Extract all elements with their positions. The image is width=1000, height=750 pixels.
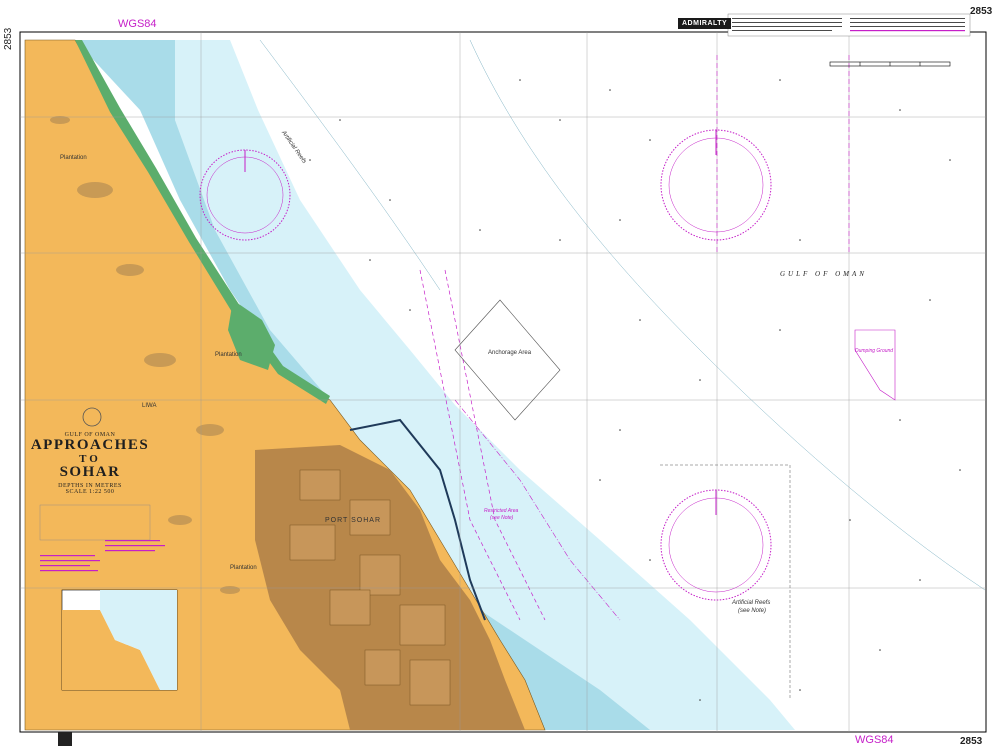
label-port: PORT SOHAR xyxy=(325,517,382,524)
label-plantation-2: Plantation xyxy=(215,352,242,358)
chart-number-top: 2853 xyxy=(970,6,993,17)
chart-number-side: 2853 xyxy=(3,27,14,50)
info-block xyxy=(727,13,971,37)
datum-label-top: WGS84 xyxy=(118,18,157,30)
nautical-chart[interactable] xyxy=(0,0,1000,750)
scale-note: SCALE 1:22 500 xyxy=(65,489,115,495)
title-block: GULF OF OMAN APPROACHES TO SOHAR DEPTHS … xyxy=(30,432,150,495)
label-restricted-note: (see Note) xyxy=(490,515,514,521)
chart-number-bottom: 2853 xyxy=(960,736,983,747)
datum-label-bottom: WGS84 xyxy=(855,734,894,746)
label-dumping-ground: Dumping Ground xyxy=(855,348,894,354)
title-line-1: APPROACHES xyxy=(30,437,150,453)
label-anchorage: Anchorage Area xyxy=(488,350,532,356)
qr-code xyxy=(58,732,72,746)
admiralty-badge: ADMIRALTY xyxy=(678,18,732,29)
label-plantation-3: Plantation xyxy=(230,565,257,571)
label-gulf: GULF OF OMAN xyxy=(780,270,867,278)
label-artificial-note: (see Note) xyxy=(738,608,767,614)
label-restricted: Restricted Area xyxy=(484,508,519,514)
label-liwa: LIWA xyxy=(142,403,157,409)
label-plantation-1: Plantation xyxy=(60,155,87,161)
label-artificial-reefs: Artificial Reefs xyxy=(732,600,771,606)
title-line-3: SOHAR xyxy=(59,464,121,480)
